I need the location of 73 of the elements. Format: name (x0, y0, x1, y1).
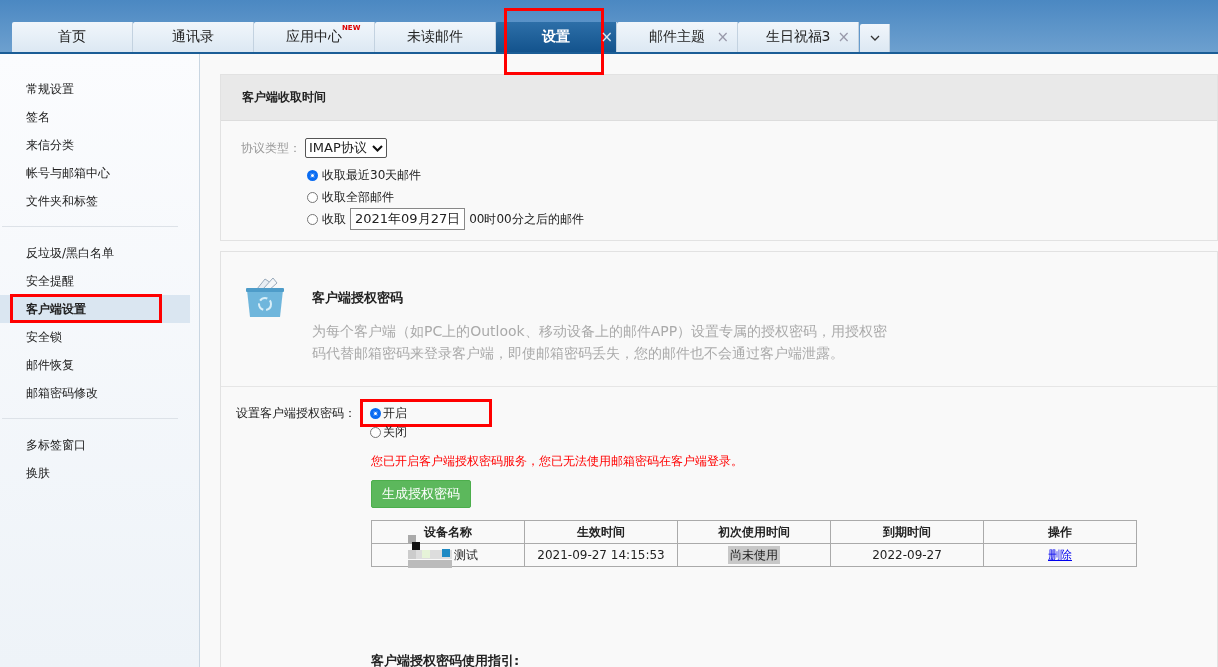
date-field[interactable]: 2021年09月27日 (350, 208, 466, 230)
tab-label: 未读邮件 (407, 28, 463, 46)
tab[interactable]: 生日祝福3 × (738, 22, 859, 52)
sidebar-item-label: 客户端设置 (26, 300, 86, 318)
sidebar-item[interactable]: 换肤 (0, 459, 190, 487)
radio-button[interactable] (307, 191, 318, 203)
sidebar-item-label: 安全锁 (26, 328, 62, 346)
tab[interactable]: 通讯录 (133, 22, 254, 52)
option-label: 收取最近30天邮件 (322, 166, 422, 184)
sidebar-item[interactable]: 帐号与邮箱中心 (0, 159, 190, 187)
sidebar-item-label: 换肤 (26, 464, 50, 482)
sidebar-item-label: 常规设置 (26, 80, 74, 98)
sidebar-item-label: 帐号与邮箱中心 (26, 164, 110, 182)
option-label: 开启 (383, 405, 407, 422)
protocol-label: 协议类型： (241, 139, 301, 157)
sidebar-item[interactable]: 邮件恢复 (0, 351, 190, 379)
tab-label: 通讯录 (172, 28, 214, 46)
description-text: 为每个客户端（如PC上的Outlook、移动设备上的邮件APP）设置专属的授权密码，用授权密码代替邮箱密码来登录客户端，即使邮箱密码丢失，您的邮件也不会通过客户端泄露。 (312, 322, 889, 363)
table-cell-text: 测试 (453, 546, 478, 564)
tab-label: 首页 (58, 28, 86, 46)
warning-text: 您已开启客户端授权密码服务，您已无法使用邮箱密码在客户端登录。 (371, 453, 744, 470)
option-label: 收取全部邮件 (322, 188, 394, 206)
option-suffix: 00时00分之后的邮件 (469, 210, 584, 228)
section-title: 客户端授权密码使用指引: (371, 652, 521, 667)
tab[interactable]: 邮件主题 × (617, 22, 738, 52)
chevron-down-icon (869, 35, 880, 41)
sidebar-item-label: 邮件恢复 (26, 356, 74, 374)
sidebar-item[interactable]: 多标签窗口 (0, 431, 190, 459)
sidebar-item[interactable]: 签名 (0, 103, 190, 131)
sidebar-item-label: 来信分类 (26, 136, 74, 154)
table-cell: 2022-09-27 (830, 543, 984, 567)
sidebar-item-label: 反垃圾/黑白名单 (26, 244, 115, 262)
sidebar-item-label: 多标签窗口 (26, 436, 86, 454)
option-label: 关闭 (383, 424, 407, 441)
sidebar-item[interactable]: 来信分类 (0, 131, 190, 159)
sidebar-item[interactable]: 安全提醒 (0, 267, 190, 295)
tab-label: 生日祝福3 (765, 28, 831, 46)
column-header: 生效时间 (524, 520, 678, 544)
protocol-select[interactable]: IMAP协议 (305, 138, 387, 158)
column-header: 初次使用时间 (677, 520, 831, 544)
sidebar-item-label: 邮箱密码修改 (26, 384, 98, 402)
select-value: IMAP协议 (309, 139, 367, 157)
radio-button[interactable] (307, 169, 318, 181)
sidebar-item[interactable]: 文件夹和标签 (0, 187, 190, 215)
sidebar-item[interactable]: 客户端设置 (0, 295, 190, 323)
column-header: 设备名称 (371, 520, 525, 544)
chevron-down-icon (371, 144, 383, 152)
sidebar-item[interactable]: 安全锁 (0, 323, 190, 351)
table-cell: 尚未使用 (728, 545, 780, 564)
sidebar-item[interactable]: 反垃圾/黑白名单 (0, 239, 190, 267)
column-header: 操作 (983, 520, 1137, 544)
section-title: 客户端授权密码 (312, 289, 404, 307)
sidebar-item-label: 签名 (26, 108, 50, 126)
column-header: 到期时间 (830, 520, 984, 544)
section-title: 客户端收取时间 (221, 75, 1217, 121)
tab[interactable]: 首页 (12, 22, 133, 52)
sidebar-item[interactable]: 邮箱密码修改 (0, 379, 190, 407)
table-cell: 2021-09-27 14:15:53 (524, 543, 678, 567)
tab-label: 设置 (542, 28, 570, 46)
recycle-bin-icon (245, 277, 285, 319)
tab-label: 应用中心 (286, 28, 342, 46)
setting-label: 设置客户端授权密码： (236, 405, 356, 422)
radio-button[interactable] (370, 408, 381, 419)
sidebar-item-label: 文件夹和标签 (26, 192, 98, 210)
radio-button[interactable] (307, 213, 318, 225)
sidebar-item[interactable]: 常规设置 (0, 75, 190, 103)
radio-button[interactable] (370, 427, 381, 438)
tab[interactable]: 未读邮件 (375, 22, 496, 52)
option-label: 收取 (322, 210, 346, 228)
delete-link[interactable]: 删除 (1048, 547, 1072, 562)
more-tabs-button[interactable] (860, 24, 890, 52)
tab-label: 邮件主题 (649, 28, 705, 46)
sidebar-item-label: 安全提醒 (26, 272, 74, 290)
